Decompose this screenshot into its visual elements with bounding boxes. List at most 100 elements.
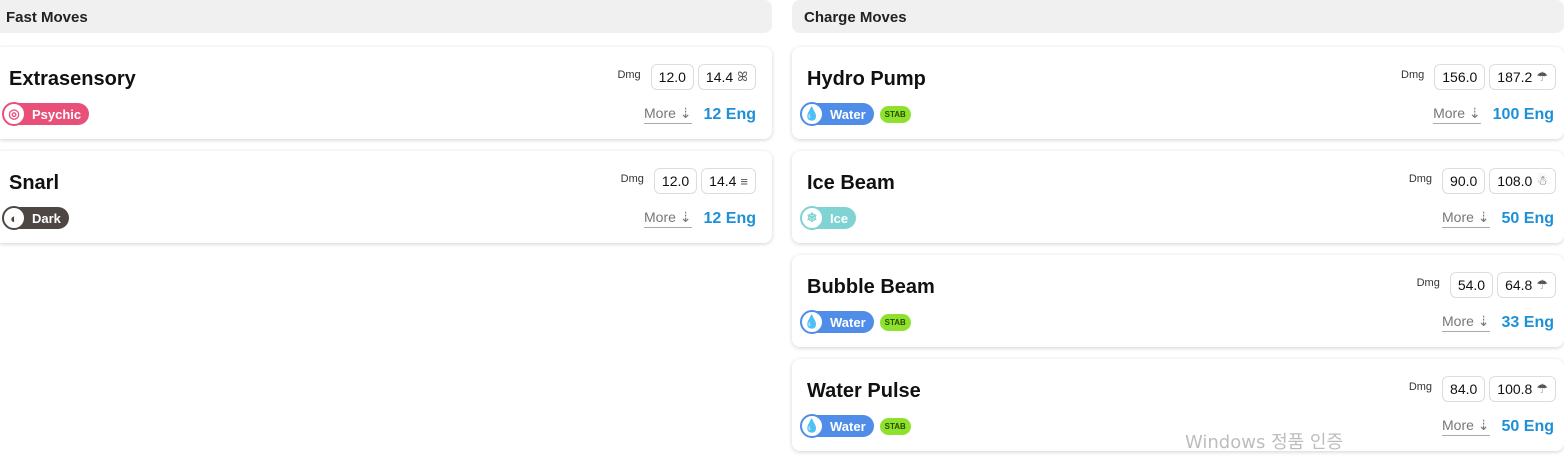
rain-icon: ☂ <box>1536 277 1548 292</box>
move-name: Ice Beam <box>807 172 895 194</box>
psychic-icon: ◎ <box>2 102 26 126</box>
type-row: 💧 Water STAB <box>800 414 911 438</box>
type-badge: ❄ Ice <box>800 206 857 230</box>
fast-moves-list: Extrasensory ◎ Psychic Dmg 12.0 14.4 ꕤ M… <box>0 47 772 243</box>
weather-damage-value: 14.4 <box>709 173 737 189</box>
move-card-snarl[interactable]: Snarl ◐ Dark Dmg 12.0 14.4 ≡ More ⇣ 12 E… <box>0 151 772 243</box>
move-name: Water Pulse <box>807 380 921 402</box>
windows-activation-watermark: Windows 정품 인증 <box>1185 432 1344 453</box>
weather-boosted-damage: 64.8 ☂ <box>1497 272 1556 298</box>
fog-icon: ≡ <box>740 173 748 189</box>
move-footer: More ⇣ 12 Eng <box>644 209 756 228</box>
damage-row: Dmg 54.0 64.8 ☂ <box>1417 272 1556 298</box>
type-badge: ◎ Psychic <box>2 102 90 126</box>
damage-label: Dmg <box>620 173 644 185</box>
type-label: Ice <box>830 210 849 226</box>
weather-damage-value: 14.4 <box>705 69 734 85</box>
damage-row: Dmg 12.0 14.4 ꕤ <box>617 64 756 90</box>
weather-damage-value: 64.8 <box>1505 277 1533 293</box>
move-card-water-pulse[interactable]: Water Pulse 💧 Water STAB Dmg 84.0 100.8 … <box>792 359 1564 451</box>
more-button[interactable]: More ⇣ <box>1442 209 1490 228</box>
damage-row: Dmg 12.0 14.4 ≡ <box>621 168 756 194</box>
more-button[interactable]: More ⇣ <box>1442 313 1490 332</box>
move-name: Bubble Beam <box>807 276 935 298</box>
weather-boosted-damage: 14.4 ꕤ <box>697 64 756 90</box>
stab-badge: STAB <box>879 105 911 123</box>
type-label: Water <box>830 314 866 330</box>
fast-moves-header: Fast Moves <box>0 0 772 33</box>
weather-boosted-damage: 100.8 ☂ <box>1489 376 1556 402</box>
damage-row: Dmg 84.0 100.8 ☂ <box>1409 376 1556 402</box>
windy-icon: ꕤ <box>737 69 748 84</box>
damage-value: 90.0 <box>1442 168 1486 194</box>
type-row: 💧 Water STAB <box>800 310 911 334</box>
energy-cost: 33 Eng <box>1501 313 1554 331</box>
damage-row: Dmg 156.0 187.2 ☂ <box>1401 64 1556 90</box>
energy-cost: 50 Eng <box>1501 417 1554 435</box>
weather-boosted-damage: 14.4 ≡ <box>701 168 756 194</box>
type-label: Psychic <box>32 106 82 122</box>
charge-moves-column: Charge Moves Hydro Pump 💧 Water STAB Dmg… <box>792 0 1564 463</box>
type-badge: 💧 Water <box>800 310 874 334</box>
dark-icon: ◐ <box>2 206 26 230</box>
rain-icon: ☂ <box>1536 69 1548 84</box>
snow-icon: ☃ <box>1536 173 1548 188</box>
type-badge: ◐ Dark <box>2 206 69 230</box>
type-row: ❄ Ice <box>800 206 857 230</box>
damage-value: 54.0 <box>1449 272 1494 298</box>
type-row: ◐ Dark <box>2 206 69 230</box>
damage-label: Dmg <box>1408 173 1433 185</box>
move-card-bubble-beam[interactable]: Bubble Beam 💧 Water STAB Dmg 54.0 64.8 ☂… <box>792 255 1564 347</box>
move-footer: More ⇣ 50 Eng <box>1442 209 1554 228</box>
water-icon: 💧 <box>800 310 824 334</box>
energy-cost: 12 Eng <box>703 209 756 227</box>
weather-boosted-damage: 108.0 ☃ <box>1489 168 1556 194</box>
damage-value: 12.0 <box>650 64 694 90</box>
type-row: 💧 Water STAB <box>800 102 911 126</box>
weather-damage-value: 100.8 <box>1497 381 1533 397</box>
energy-cost: 12 Eng <box>703 105 756 123</box>
stab-badge: STAB <box>879 417 911 435</box>
energy-cost: 50 Eng <box>1501 209 1554 227</box>
move-footer: More ⇣ 12 Eng <box>644 105 756 124</box>
damage-value: 156.0 <box>1434 64 1486 90</box>
move-name: Extrasensory <box>9 68 136 90</box>
move-name: Snarl <box>9 172 60 194</box>
fast-moves-column: Fast Moves Extrasensory ◎ Psychic Dmg 12… <box>0 0 772 255</box>
weather-boosted-damage: 187.2 ☂ <box>1489 64 1556 90</box>
weather-damage-value: 187.2 <box>1497 69 1533 85</box>
energy-cost: 100 Eng <box>1492 105 1554 123</box>
type-badge: 💧 Water <box>800 102 874 126</box>
damage-label: Dmg <box>1416 277 1440 289</box>
water-icon: 💧 <box>800 414 824 438</box>
weather-damage-value: 108.0 <box>1497 173 1533 189</box>
more-button[interactable]: More ⇣ <box>644 209 692 228</box>
type-badge: 💧 Water <box>800 414 874 438</box>
move-footer: More ⇣ 50 Eng <box>1442 417 1554 436</box>
type-row: ◎ Psychic <box>2 102 90 126</box>
move-card-ice-beam[interactable]: Ice Beam ❄ Ice Dmg 90.0 108.0 ☃ More ⇣ 5… <box>792 151 1564 243</box>
damage-value: 12.0 <box>653 168 698 194</box>
more-button[interactable]: More ⇣ <box>1433 105 1481 124</box>
move-footer: More ⇣ 33 Eng <box>1442 313 1554 332</box>
damage-value: 84.0 <box>1442 376 1486 402</box>
rain-icon: ☂ <box>1536 381 1548 396</box>
charge-moves-header: Charge Moves <box>792 0 1564 33</box>
damage-row: Dmg 90.0 108.0 ☃ <box>1409 168 1556 194</box>
ice-icon: ❄ <box>800 206 824 230</box>
water-icon: 💧 <box>800 102 824 126</box>
damage-label: Dmg <box>1401 69 1425 81</box>
move-name: Hydro Pump <box>807 68 926 90</box>
charge-moves-list: Hydro Pump 💧 Water STAB Dmg 156.0 187.2 … <box>792 47 1564 451</box>
type-label: Water <box>830 106 866 122</box>
damage-label: Dmg <box>617 69 641 81</box>
damage-label: Dmg <box>1408 381 1433 393</box>
more-button[interactable]: More ⇣ <box>644 105 692 124</box>
type-label: Water <box>830 418 866 434</box>
more-button[interactable]: More ⇣ <box>1442 417 1490 436</box>
stab-badge: STAB <box>879 313 911 331</box>
type-label: Dark <box>32 210 61 226</box>
move-card-hydro-pump[interactable]: Hydro Pump 💧 Water STAB Dmg 156.0 187.2 … <box>792 47 1564 139</box>
move-footer: More ⇣ 100 Eng <box>1433 105 1554 124</box>
move-card-extrasensory[interactable]: Extrasensory ◎ Psychic Dmg 12.0 14.4 ꕤ M… <box>0 47 772 139</box>
